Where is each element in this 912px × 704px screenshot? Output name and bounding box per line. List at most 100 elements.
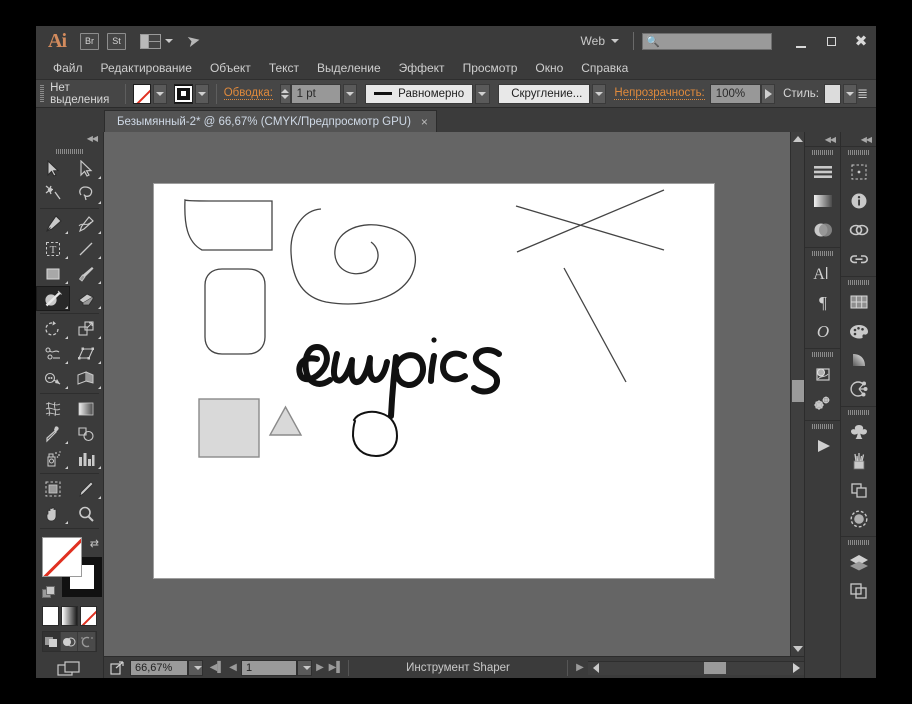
menu-item-type[interactable]: Текст	[260, 61, 308, 75]
next-artboard-button[interactable]: ▶	[312, 662, 328, 673]
color-themes-panel-icon[interactable]	[841, 374, 876, 403]
panel-group-grip[interactable]	[805, 349, 840, 359]
stock-button[interactable]: St	[107, 32, 126, 50]
scroll-up-button[interactable]	[791, 132, 804, 146]
info-panel-icon[interactable]	[841, 186, 876, 215]
rotate-tool[interactable]	[36, 316, 70, 341]
zoom-level-field[interactable]: 66,67%	[130, 659, 188, 676]
artboard-dropdown[interactable]	[297, 659, 312, 676]
graphic-style-swatch[interactable]	[823, 83, 841, 104]
curvature-tool[interactable]	[70, 211, 104, 236]
close-icon[interactable]: ×	[421, 115, 428, 129]
symbols-panel-icon[interactable]	[841, 417, 876, 446]
swap-fill-stroke-icon[interactable]: ⇄	[90, 537, 99, 550]
panel-group-grip[interactable]	[841, 147, 876, 157]
draw-normal-mode-button[interactable]	[43, 632, 61, 652]
color-mode-button[interactable]	[42, 606, 59, 627]
color-panel-icon[interactable]	[805, 157, 840, 186]
bridge-button[interactable]: Br	[80, 32, 99, 50]
maximize-button[interactable]	[816, 26, 846, 56]
screen-mode-button[interactable]	[36, 660, 103, 678]
layers-panel-icon[interactable]	[841, 547, 876, 576]
search-input[interactable]: 🔍	[642, 32, 772, 50]
appearance-panel-icon[interactable]	[841, 504, 876, 533]
menu-item-object[interactable]: Объект	[201, 61, 260, 75]
image-trace-panel-icon[interactable]	[805, 359, 840, 388]
menu-item-select[interactable]: Выделение	[308, 61, 390, 75]
canvas[interactable]	[104, 132, 790, 656]
gradient-mode-button[interactable]	[61, 606, 78, 627]
stroke-label[interactable]: Обводка:	[223, 87, 273, 100]
line-segment-tool[interactable]	[70, 236, 104, 261]
corner-style-combo[interactable]: Скругление...	[497, 83, 590, 104]
menu-item-file[interactable]: Файл	[44, 61, 92, 75]
brushes-panel-icon[interactable]	[841, 446, 876, 475]
panel-group-grip[interactable]	[841, 407, 876, 417]
last-artboard-button[interactable]: ▶▌	[328, 662, 344, 673]
draw-inside-mode-button[interactable]	[78, 632, 97, 652]
mesh-tool[interactable]	[36, 396, 70, 421]
opacity-label[interactable]: Непрозрачность:	[614, 87, 705, 100]
menu-item-help[interactable]: Справка	[572, 61, 637, 75]
rocket-icon[interactable]: ➤	[185, 30, 202, 52]
fill-swatch[interactable]	[42, 537, 82, 578]
menu-item-window[interactable]: Окно	[526, 61, 572, 75]
graphic-style-dropdown[interactable]	[842, 83, 858, 104]
scroll-down-button[interactable]	[791, 642, 804, 656]
outer-dock-collapse-button[interactable]: ◀◀	[841, 132, 876, 146]
pen-tool[interactable]	[36, 211, 70, 236]
minimize-button[interactable]	[786, 26, 816, 56]
artboard-tool[interactable]	[36, 476, 70, 501]
panel-group-grip[interactable]	[805, 248, 840, 258]
close-button[interactable]: ✖	[846, 26, 876, 56]
column-graph-tool[interactable]	[70, 446, 104, 471]
share-icon[interactable]	[104, 660, 130, 675]
panel-group-grip[interactable]	[805, 421, 840, 431]
transparency-panel-icon[interactable]	[805, 215, 840, 244]
opacity-popup-button[interactable]	[761, 83, 775, 104]
stroke-profile-combo[interactable]: Равномерно	[365, 83, 474, 104]
gradient-panel-icon[interactable]	[805, 186, 840, 215]
menu-item-edit[interactable]: Редактирование	[92, 61, 201, 75]
scale-tool[interactable]	[70, 316, 104, 341]
inner-dock-collapse-button[interactable]: ◀◀	[805, 132, 840, 146]
magic-wand-tool[interactable]	[36, 181, 70, 206]
actions-panel-icon[interactable]	[805, 388, 840, 417]
gradient-tool[interactable]	[70, 396, 104, 421]
artboards-panel-icon[interactable]	[841, 576, 876, 605]
panel-group-grip[interactable]	[841, 537, 876, 547]
stroke-profile-dropdown[interactable]	[475, 83, 490, 104]
draw-behind-mode-button[interactable]	[60, 632, 79, 652]
arrange-documents-button[interactable]	[140, 33, 173, 49]
lasso-tool[interactable]	[70, 181, 104, 206]
horizontal-scrollbar[interactable]	[588, 660, 804, 675]
stroke-color-swatch[interactable]	[174, 83, 193, 104]
rectangle-tool[interactable]	[36, 261, 70, 286]
panel-group-grip[interactable]	[841, 277, 876, 287]
scroll-right-button[interactable]	[788, 663, 804, 673]
first-artboard-button[interactable]: ◀▌	[209, 662, 225, 673]
stroke-weight-stepper[interactable]	[279, 83, 291, 104]
width-tool[interactable]	[36, 341, 70, 366]
blend-tool[interactable]	[70, 421, 104, 446]
artboard[interactable]	[153, 183, 715, 579]
free-transform-tool[interactable]	[70, 341, 104, 366]
paragraph-panel-icon[interactable]: ¶	[805, 287, 840, 316]
direct-selection-tool[interactable]	[70, 156, 104, 181]
workspace-switcher[interactable]: Web	[575, 34, 625, 48]
stroke-weight-dropdown[interactable]	[342, 83, 357, 104]
corner-style-dropdown[interactable]	[591, 83, 607, 104]
gradient-fill-icon[interactable]	[841, 345, 876, 374]
zoom-tool[interactable]	[70, 501, 104, 526]
properties-panel-icon[interactable]	[841, 157, 876, 186]
perspective-grid-tool[interactable]	[70, 366, 104, 391]
eraser-tool[interactable]	[70, 286, 104, 311]
tools-panel-grip[interactable]	[36, 146, 103, 157]
none-mode-button[interactable]	[80, 606, 97, 627]
control-bar-grip[interactable]	[40, 85, 45, 102]
scroll-left-button[interactable]	[588, 663, 604, 673]
stroke-weight-field[interactable]: 1 pt	[290, 83, 341, 104]
control-bar-menu-button[interactable]: ≣	[857, 86, 868, 102]
default-fill-stroke-icon[interactable]	[42, 586, 56, 600]
shape-builder-tool[interactable]	[36, 366, 70, 391]
